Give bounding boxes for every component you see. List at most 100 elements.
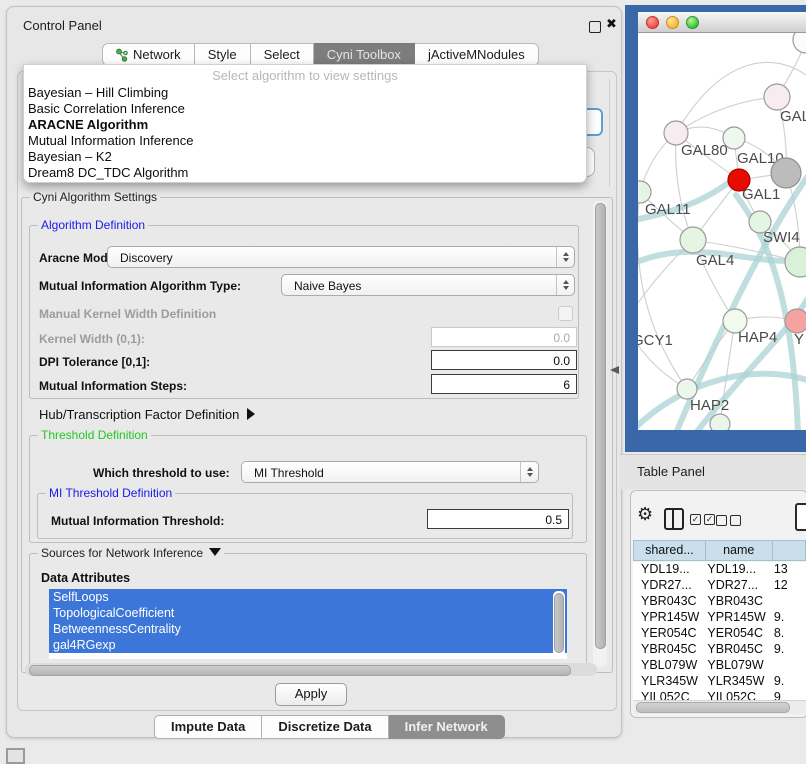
mi-steps-field[interactable]: 6 <box>431 374 577 394</box>
tab-cyni-toolbox[interactable]: Cyni Toolbox <box>314 43 415 66</box>
table-row[interactable]: YER054CYER054C8. <box>633 626 806 642</box>
sources-toggle[interactable]: Sources for Network Inference <box>38 546 224 560</box>
deselect-all-checkboxes-icon[interactable] <box>716 515 741 526</box>
table-cell: YBL079W <box>705 658 771 674</box>
table-hscrollbar-thumb[interactable] <box>636 702 790 713</box>
function-builder-icon[interactable] <box>795 503 806 531</box>
manual-kernel-label: Manual Kernel Width Definition <box>39 307 216 321</box>
tab-network[interactable]: Network <box>102 43 195 66</box>
manual-kernel-checkbox[interactable] <box>558 306 573 321</box>
network-edge[interactable] <box>638 192 687 389</box>
apply-button[interactable]: Apply <box>275 683 347 706</box>
tab-label: jActiveMNodules <box>428 44 525 65</box>
node-label: Y <box>794 331 804 348</box>
table-cell: YBR045C <box>633 642 705 658</box>
float-panel-icon[interactable] <box>589 21 601 33</box>
dpi-tolerance-label: DPI Tolerance [0,1]: <box>39 355 150 369</box>
minimize-window-icon[interactable] <box>666 16 679 29</box>
mi-type-select[interactable]: Naive Bayes <box>281 274 575 296</box>
network-node[interactable] <box>771 158 801 188</box>
network-node[interactable] <box>793 33 806 53</box>
close-icon[interactable]: ✖ <box>606 16 617 32</box>
table-body[interactable]: YDL19...YDL19...13YDR27...YDR27...12YBR0… <box>633 562 806 700</box>
algorithm-option[interactable]: Bayesian – Hill Climbing <box>24 85 586 101</box>
settings-scrollbar[interactable] <box>593 201 607 667</box>
tab-jactivemnodules[interactable]: jActiveMNodules <box>415 43 539 66</box>
network-node-y[interactable] <box>785 309 806 333</box>
columns-icon[interactable] <box>664 508 684 530</box>
data-attributes-list[interactable]: SelfLoopsTopologicalCoefficientBetweenne… <box>49 589 567 659</box>
attribute-item-selected[interactable]: BetweennessCentrality <box>49 621 567 637</box>
aracne-mode-select[interactable]: Discovery <box>107 246 575 268</box>
stepper-arrows-icon <box>556 275 574 295</box>
network-node-swi4[interactable] <box>785 247 806 277</box>
table-row[interactable]: YDR27...YDR27...12 <box>633 578 806 594</box>
control-panel-window: Control Panel ✖ NetworkStyleSelectCyni T… <box>6 6 622 738</box>
dpi-tolerance-field[interactable]: 0.0 <box>431 350 577 370</box>
tab-label: Select <box>264 44 300 65</box>
algorithm-option[interactable]: Basic Correlation Inference <box>24 101 586 117</box>
algorithm-option[interactable]: ARACNE Algorithm <box>24 117 586 133</box>
table-row[interactable]: YPR145WYPR145W9. <box>633 610 806 626</box>
network-node[interactable] <box>710 414 730 430</box>
network-node-gal11[interactable] <box>638 181 651 203</box>
column-header-cut[interactable] <box>772 540 806 561</box>
column-header-name[interactable]: name <box>705 540 772 561</box>
attributes-scrollbar[interactable] <box>553 591 565 657</box>
hub-definition-label: Hub/Transcription Factor Definition <box>39 407 239 422</box>
table-cell: YPR145W <box>705 610 771 626</box>
attribute-item-selected[interactable]: SelfLoops <box>49 589 567 605</box>
table-cell: YBR045C <box>705 642 771 658</box>
hub-definition-toggle[interactable]: Hub/Transcription Factor Definition <box>39 407 255 422</box>
table-cell: YLR345W <box>633 674 705 690</box>
gear-icon[interactable]: ⚙ <box>637 504 653 525</box>
network-node-gal4[interactable] <box>680 227 706 253</box>
tab-impute-data[interactable]: Impute Data <box>154 715 262 739</box>
table-row[interactable]: YBR043CYBR043C <box>633 594 806 610</box>
tab-select[interactable]: Select <box>251 43 314 66</box>
node-table: shared...name <box>633 540 806 561</box>
table-row[interactable]: YBL079WYBL079W <box>633 658 806 674</box>
which-threshold-select[interactable]: MI Threshold <box>241 461 539 483</box>
table-row[interactable]: YIL052CYIL052C9 <box>633 690 806 700</box>
kernel-width-field[interactable]: 0.0 <box>431 327 577 347</box>
network-window-titlebar[interactable] <box>638 12 806 33</box>
column-header-shared...[interactable]: shared... <box>633 540 705 561</box>
mi-type-label: Mutual Information Algorithm Type: <box>39 279 241 293</box>
algorithm-option[interactable]: Mutual Information Inference <box>24 133 586 149</box>
mi-threshold-field[interactable]: 0.5 <box>427 509 569 529</box>
tab-discretize-data[interactable]: Discretize Data <box>262 715 388 739</box>
table-row[interactable]: YBR045CYBR045C9. <box>633 642 806 658</box>
mi-type-value: Naive Bayes <box>294 279 361 293</box>
tab-style[interactable]: Style <box>195 43 251 66</box>
table-cell: YIL052C <box>705 690 771 700</box>
algorithm-option[interactable]: Dream8 DC_TDC Algorithm <box>24 165 586 181</box>
settings-hscrollbar[interactable] <box>25 663 597 676</box>
algorithm-option[interactable]: Bayesian – K2 <box>24 149 586 165</box>
table-row[interactable]: YLR345WYLR345W9. <box>633 674 806 690</box>
network-node-hap2[interactable] <box>677 379 697 399</box>
aracne-mode-value: Discovery <box>120 251 173 265</box>
mouse-cursor <box>610 366 620 376</box>
network-node-gal[interactable] <box>764 84 790 110</box>
table-panel-title: Table Panel <box>637 464 705 479</box>
sources-title: Sources for Network Inference <box>41 546 203 560</box>
stepper-arrows-icon <box>520 462 538 482</box>
node-label: GAL1 <box>742 186 780 203</box>
attribute-item-selected[interactable]: gal4RGexp <box>49 637 567 653</box>
table-cell: YLR345W <box>705 674 771 690</box>
close-window-icon[interactable] <box>646 16 659 29</box>
algorithm-dropdown-popup: Select algorithm to view settings Bayesi… <box>23 64 587 183</box>
node-label: GAL11 <box>645 201 691 218</box>
zoom-window-icon[interactable] <box>686 16 699 29</box>
tab-infer-network[interactable]: Infer Network <box>389 715 505 739</box>
table-cell: 12 <box>772 578 806 594</box>
attribute-item-selected[interactable]: TopologicalCoefficient <box>49 605 567 621</box>
network-node-gal10[interactable] <box>723 127 745 149</box>
table-cell: YDR27... <box>633 578 705 594</box>
select-all-checkboxes-icon[interactable]: ✓✓ <box>690 514 715 525</box>
node-label: GAL <box>780 108 806 125</box>
table-row[interactable]: YDL19...YDL19...13 <box>633 562 806 578</box>
table-cell: YDL19... <box>633 562 705 578</box>
network-canvas[interactable]: GALGAL80GAL10GAL11GAL4GAL1SWI4GCY1HAP4YH… <box>638 33 806 430</box>
